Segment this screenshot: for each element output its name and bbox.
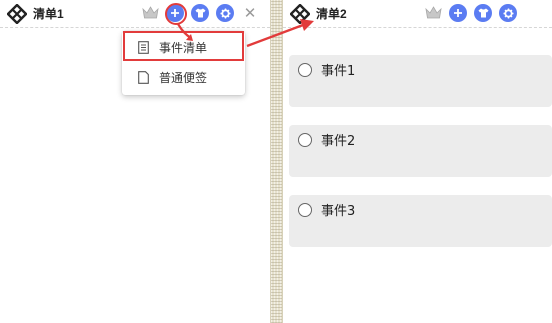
app-logo-icon — [289, 3, 311, 25]
right-toolbar — [424, 4, 517, 22]
event-checkbox[interactable] — [298, 133, 312, 147]
event-label: 事件3 — [321, 204, 356, 219]
right-note-window: 清单2 事件1 事件2 事件3 — [283, 0, 552, 323]
event-item[interactable]: 事件2 — [289, 125, 552, 177]
menu-item-label: 普通便签 — [159, 70, 208, 85]
add-button-highlight — [165, 3, 187, 25]
event-label: 事件2 — [321, 134, 356, 149]
menu-item-highlight — [123, 31, 244, 61]
menu-item-plain-note[interactable]: 普通便签 — [122, 63, 245, 91]
window-title: 清单1 — [33, 7, 64, 21]
add-button[interactable] — [449, 4, 467, 22]
event-item[interactable]: 事件1 — [289, 55, 552, 107]
crown-icon[interactable] — [424, 4, 442, 22]
gear-icon — [499, 4, 517, 22]
skin-button[interactable] — [474, 4, 492, 22]
settings-button[interactable] — [216, 4, 234, 22]
skin-button[interactable] — [191, 4, 209, 22]
plus-icon — [449, 4, 467, 22]
settings-button[interactable] — [499, 4, 517, 22]
close-icon[interactable]: ✕ — [241, 4, 259, 22]
note-doc-icon — [137, 70, 149, 84]
crown-icon[interactable] — [141, 4, 159, 22]
event-checkbox[interactable] — [298, 203, 312, 217]
shirt-icon — [191, 4, 209, 22]
event-label: 事件1 — [321, 64, 356, 79]
event-checkbox[interactable] — [298, 63, 312, 77]
window-title: 清单2 — [316, 7, 347, 21]
app-logo-icon — [6, 3, 28, 25]
gear-icon — [216, 4, 234, 22]
event-item[interactable]: 事件3 — [289, 195, 552, 247]
shirt-icon — [474, 4, 492, 22]
window-divider — [270, 0, 283, 323]
left-toolbar: ✕ — [141, 4, 259, 22]
left-note-window: 清单1 ✕ 事件清单 普通便签 — [0, 0, 270, 323]
